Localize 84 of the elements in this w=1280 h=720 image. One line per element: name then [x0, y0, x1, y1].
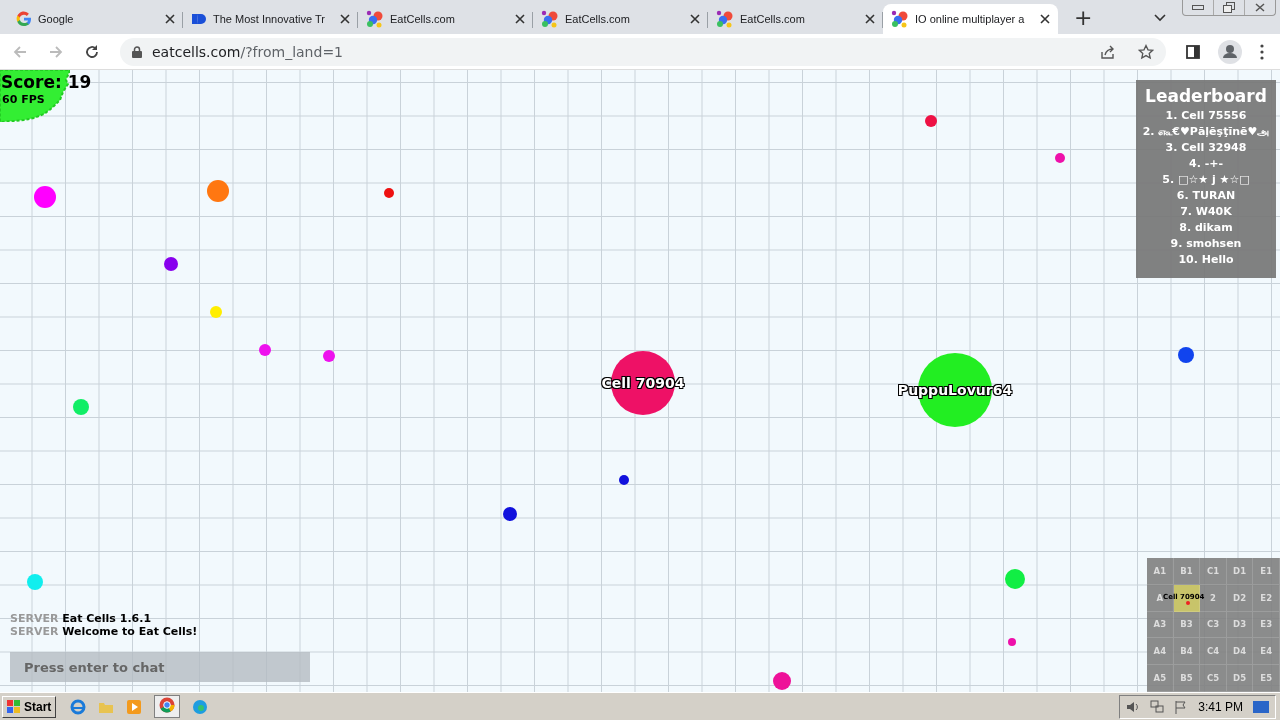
chat-sender: SERVER	[10, 625, 59, 638]
fps-counter: 60 FPS	[2, 93, 45, 106]
flag-logo-icon	[191, 11, 207, 27]
star-icon[interactable]	[1138, 43, 1154, 60]
chat-sender: SERVER	[10, 612, 59, 625]
google-icon	[16, 11, 32, 27]
profile-icon[interactable]	[1218, 39, 1242, 64]
browser-tab[interactable]: IO online multiplayer a	[883, 4, 1058, 34]
minimap-sector-label: B1	[1180, 565, 1193, 576]
close-icon[interactable]	[515, 14, 525, 24]
cells-logo-icon	[716, 10, 734, 28]
show-desktop-icon[interactable]	[1253, 699, 1269, 714]
close-icon[interactable]	[165, 14, 175, 24]
minimap-sector-label: B3	[1180, 619, 1193, 630]
chat-input[interactable]: Press enter to chat	[10, 652, 310, 682]
speaker-icon[interactable]	[1126, 699, 1141, 714]
close-icon[interactable]	[1040, 14, 1050, 24]
close-icon[interactable]	[340, 14, 350, 24]
minimap-sector-label: B5	[1180, 673, 1193, 684]
minimap-sector-label: E5	[1260, 673, 1273, 684]
chat-message: Welcome to Eat Cells!	[62, 625, 198, 638]
leaderboard-entry: 7. W40K	[1180, 204, 1232, 220]
leaderboard-entry: 10. Hello	[1178, 252, 1234, 268]
minimap-sector-label: C4	[1206, 646, 1220, 657]
minimap-sector-label: D4	[1233, 646, 1247, 657]
restore-icon[interactable]	[1223, 2, 1235, 13]
leaderboard-entry: 1. Cell 75556	[1165, 108, 1247, 124]
close-icon[interactable]	[1255, 3, 1265, 12]
minimap-sector-label: C1	[1206, 565, 1220, 576]
address-field[interactable]: eatcells.com/?from_land=1	[120, 37, 1166, 66]
browser-tab[interactable]: The Most Innovative Tr	[183, 4, 358, 34]
close-icon[interactable]	[690, 14, 700, 24]
leaderboard-entry: 4. -+-	[1189, 156, 1223, 172]
leaderboard-entry: 8. dikam	[1179, 220, 1233, 236]
reload-icon[interactable]	[84, 43, 100, 60]
flag-icon[interactable]	[1174, 699, 1189, 714]
network-icon[interactable]	[1150, 699, 1165, 714]
side-panel-icon[interactable]	[1186, 44, 1200, 59]
browser-tab[interactable]: EatCells.com	[533, 4, 708, 34]
browser-tab[interactable]: EatCells.com	[708, 4, 883, 34]
cells-logo-icon	[541, 10, 559, 28]
minimap-sector-label: D2	[1233, 592, 1247, 603]
leaderboard-entry: 2. ௷€♥Pāļēşţīnē♥அ	[1142, 124, 1270, 140]
windows-logo-icon	[7, 700, 21, 713]
minimize-icon[interactable]	[1192, 4, 1204, 11]
chrome-icon[interactable]	[159, 697, 176, 713]
leaderboard-entry: 6. TURAN	[1176, 188, 1236, 204]
leaderboard-entry: 9. smohsen	[1170, 236, 1242, 252]
browser-tab[interactable]: Google	[8, 4, 183, 34]
clock-text: 3:41 PM	[1198, 699, 1243, 714]
minimap-sector-label: E2	[1260, 592, 1273, 603]
cells-logo-icon	[891, 10, 909, 28]
minimap-sector-label: E1	[1260, 565, 1273, 576]
chat-message: Eat Cells 1.6.1	[62, 612, 152, 625]
share-icon[interactable]	[1100, 43, 1116, 60]
close-icon[interactable]	[865, 14, 875, 24]
player-cell-drawing	[0, 70, 70, 122]
minimap-sector-label: D1	[1233, 565, 1247, 576]
new-tab-button[interactable]: +	[1070, 5, 1097, 30]
minimap-sector-label: A1	[1153, 565, 1167, 576]
start-button[interactable]: Start	[2, 695, 57, 718]
browser-tab[interactable]: EatCells.com	[358, 4, 533, 34]
minimap-sector-label: D5	[1233, 673, 1247, 684]
ie-icon[interactable]	[70, 698, 87, 715]
menu-icon[interactable]	[1260, 43, 1264, 60]
score-text: Score: 19	[1, 72, 92, 92]
minimap-sector-label: E4	[1260, 646, 1273, 657]
minimap-sector-label: A3	[1153, 619, 1167, 630]
minimap-sector-label: E3	[1260, 619, 1273, 630]
minimap-sector-label: C3	[1206, 619, 1220, 630]
minimap-sector-label: A4	[1153, 646, 1167, 657]
minimap-sector-label: A5	[1153, 673, 1167, 684]
minimap-sector-label: D3	[1233, 619, 1247, 630]
minimap-sector-label: C5	[1206, 673, 1220, 684]
minimap-sector-label: 2	[1210, 592, 1216, 603]
lock-icon	[132, 45, 142, 58]
player-marker-icon	[1185, 600, 1190, 605]
cells-logo-icon	[366, 10, 384, 28]
leaderboard-entry: 3. Cell 32948	[1165, 140, 1247, 156]
minimap-sector-label: B4	[1180, 646, 1193, 657]
leaderboard-entry: 5. □☆★ j ★☆□	[1162, 172, 1250, 188]
url-text: eatcells.com/?from_land=1	[152, 43, 343, 60]
chevron-down-icon[interactable]	[1154, 14, 1166, 22]
leaderboard-title: Leaderboard	[1145, 86, 1267, 106]
